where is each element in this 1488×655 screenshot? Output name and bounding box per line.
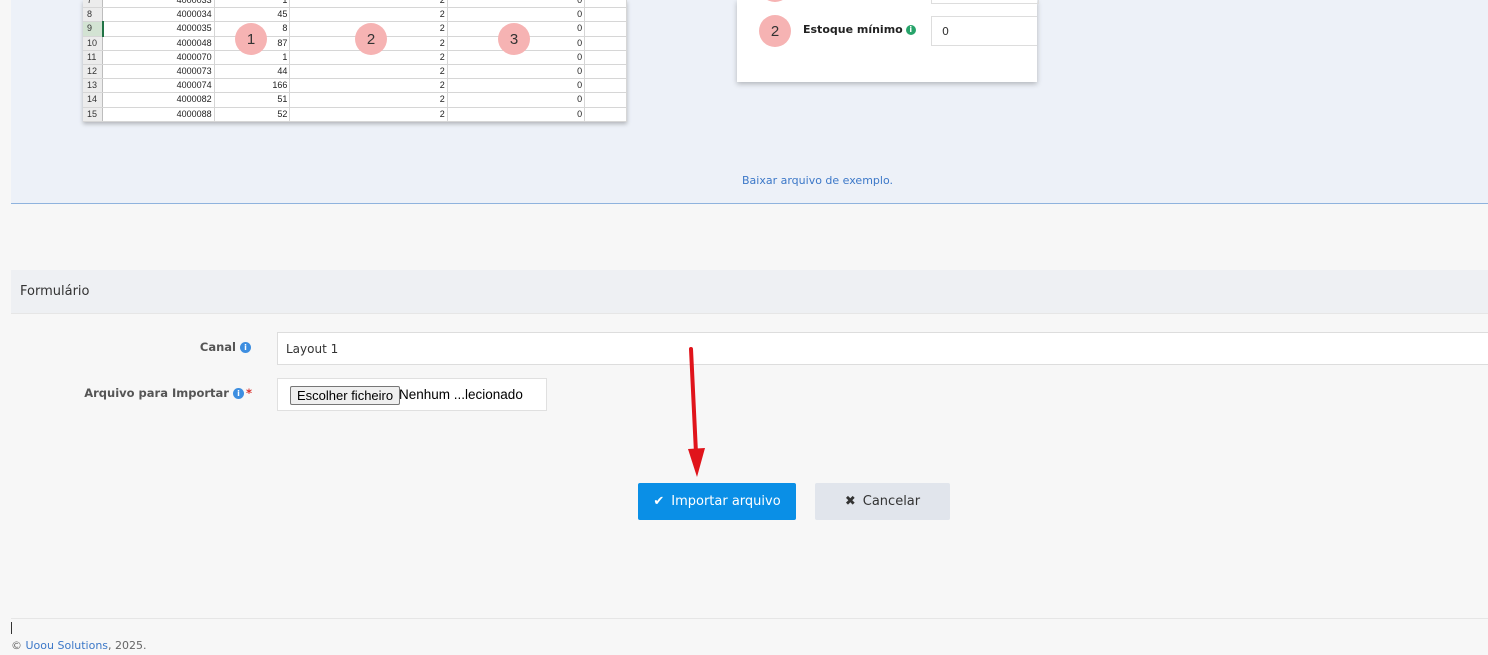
example-spreadsheet-image: 7 4000033 1 2 0 8 4000034 45 2 0 9 4000035 8 2 0 10 4000… xyxy=(83,0,627,122)
row-number-cell: 7 xyxy=(83,0,104,9)
quantity-cell: 52 xyxy=(214,107,291,122)
empty-cell-cell xyxy=(584,50,627,65)
canal-label: Canal i xyxy=(140,340,251,354)
table-row: 11 4000070 1 2 0 xyxy=(83,50,627,65)
value-cell: 0 xyxy=(447,78,586,94)
close-icon: ✖ xyxy=(844,494,856,509)
product-code-cell: 4000033 xyxy=(102,0,215,9)
product-code-cell: 4000088 xyxy=(102,107,215,122)
cancel-button[interactable]: ✖ Cancelar xyxy=(815,483,950,520)
estoque-minimo-input: 0 xyxy=(931,16,1037,46)
row-number-cell: 11 xyxy=(83,50,104,65)
info-icon: i xyxy=(905,25,916,35)
info-icon[interactable]: i xyxy=(232,388,244,399)
form-title: Formulário xyxy=(20,284,90,299)
marker-circle-estoque: 2 xyxy=(759,15,791,47)
estoque-minimo-label: Estoque mínimo i xyxy=(803,23,916,36)
quantity-cell: 51 xyxy=(214,92,291,108)
table-row: 13 4000074 166 2 0 xyxy=(83,78,627,94)
marker-circle-2: 2 xyxy=(355,23,387,55)
minimum-stock-cell: 2 xyxy=(289,107,448,122)
file-input[interactable]: Escolher ficheiro Nenhum ...lecionado xyxy=(277,378,547,411)
table-row: 12 4000073 44 2 0 xyxy=(83,64,627,80)
row-number-cell: 13 xyxy=(83,78,104,94)
check-icon: ✔ xyxy=(653,494,665,509)
minimum-stock-cell: 2 xyxy=(289,64,448,80)
table-row: 8 4000034 45 2 0 xyxy=(83,7,627,23)
minimum-stock-cell: 2 xyxy=(289,78,448,94)
empty-cell-cell xyxy=(584,0,627,9)
footer-divider xyxy=(11,618,1488,619)
file-label: Arquivo para Importar i * xyxy=(84,386,252,400)
row-number-cell: 10 xyxy=(83,36,104,51)
annotation-arrow xyxy=(688,347,705,477)
empty-cell-cell xyxy=(584,7,627,23)
value-cell: 0 xyxy=(447,64,586,80)
product-code-cell: 4000073 xyxy=(102,64,215,80)
value-cell: 0 xyxy=(447,0,586,9)
row-number-cell: 12 xyxy=(83,64,104,80)
marker-circle-partial xyxy=(759,0,791,2)
product-code-cell: 4000035 xyxy=(102,21,215,37)
row-number-cell: 15 xyxy=(83,107,104,122)
product-code-cell: 4000048 xyxy=(102,36,215,51)
import-file-button[interactable]: ✔ Importar arquivo xyxy=(638,483,796,520)
download-example-link[interactable]: Baixar arquivo de exemplo. xyxy=(742,174,893,187)
minimum-stock-cell: 2 xyxy=(289,92,448,108)
quantity-cell: 45 xyxy=(214,7,291,23)
row-number-cell: 9 xyxy=(83,21,104,37)
file-status-text: Nenhum ...lecionado xyxy=(399,387,523,402)
settings-example-card: 2 Estoque mínimo i 0 xyxy=(737,0,1039,82)
quantity-cell: 1 xyxy=(214,0,291,9)
product-code-cell: 4000082 xyxy=(102,92,215,108)
row-number-cell: 8 xyxy=(83,7,104,23)
product-code-cell: 4000070 xyxy=(102,50,215,65)
empty-cell-cell xyxy=(584,36,627,51)
text-cursor xyxy=(11,622,12,634)
quantity-cell: 44 xyxy=(214,64,291,80)
footer: © Uoou Solutions, 2025. xyxy=(11,639,147,652)
canal-select[interactable]: Layout 1 xyxy=(277,332,1488,365)
input-partial xyxy=(931,0,1039,4)
empty-cell-cell xyxy=(584,21,627,37)
empty-cell-cell xyxy=(584,92,627,108)
empty-cell-cell xyxy=(584,107,627,122)
empty-cell-cell xyxy=(584,78,627,94)
row-number-cell: 14 xyxy=(83,92,104,108)
value-cell: 0 xyxy=(447,107,586,122)
product-code-cell: 4000074 xyxy=(102,78,215,94)
info-icon[interactable]: i xyxy=(240,342,251,353)
marker-circle-3: 3 xyxy=(498,23,530,55)
table-row: 7 4000033 1 2 0 xyxy=(83,0,627,9)
marker-circle-1: 1 xyxy=(235,23,267,55)
minimum-stock-cell: 2 xyxy=(289,7,448,23)
required-asterisk: * xyxy=(245,386,252,400)
table-row: 14 4000082 51 2 0 xyxy=(83,92,627,108)
table-row: 15 4000088 52 2 0 xyxy=(83,107,627,122)
product-code-cell: 4000034 xyxy=(102,7,215,23)
minimum-stock-cell: 2 xyxy=(289,0,448,9)
choose-file-button[interactable]: Escolher ficheiro xyxy=(290,386,401,405)
quantity-cell: 166 xyxy=(214,78,291,94)
value-cell: 0 xyxy=(447,7,586,23)
value-cell: 0 xyxy=(447,92,586,108)
spreadsheet-table: 7 4000033 1 2 0 8 4000034 45 2 0 9 4000035 8 2 0 10 4000… xyxy=(83,0,627,122)
company-link[interactable]: Uoou Solutions xyxy=(26,639,109,652)
empty-cell-cell xyxy=(584,64,627,80)
form-section-header: Formulário xyxy=(11,270,1488,314)
instructions-panel: 7 4000033 1 2 0 8 4000034 45 2 0 9 4000035 8 2 0 10 4000… xyxy=(11,0,1488,204)
